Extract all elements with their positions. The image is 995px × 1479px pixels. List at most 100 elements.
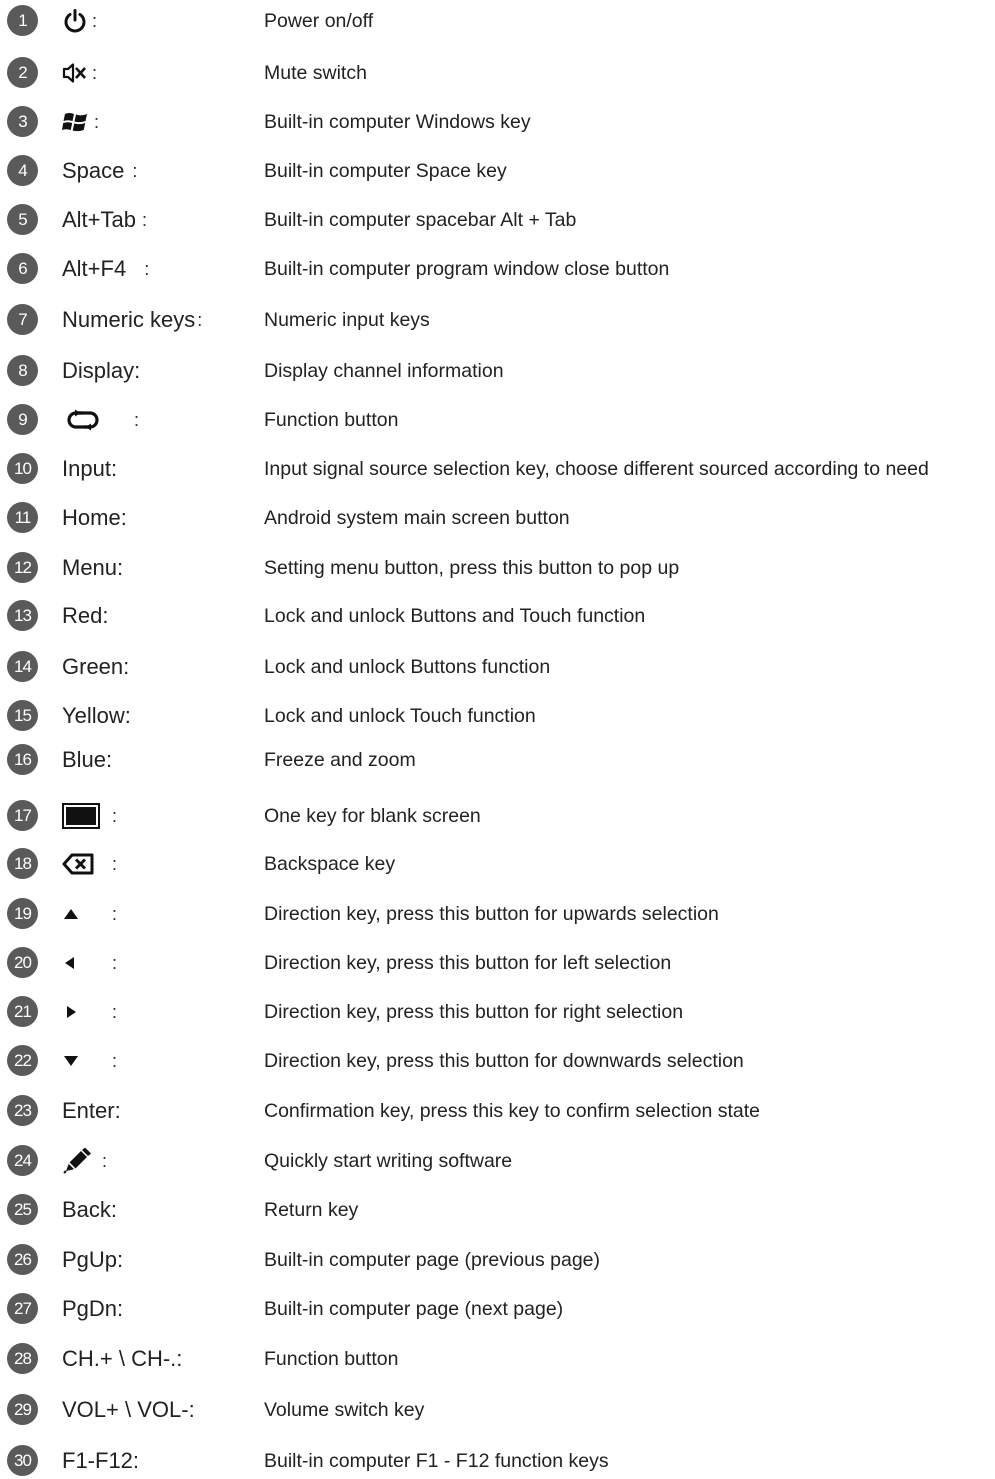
key-separator: :	[197, 309, 203, 330]
key-row-29: 29 VOL+ \ VOL-: Volume switch key	[0, 1392, 995, 1428]
key-separator: :	[188, 1397, 195, 1422]
key-separator: :	[176, 1346, 183, 1371]
key-separator: :	[117, 555, 124, 580]
key-separator: :	[117, 1296, 124, 1321]
windows-icon	[62, 110, 90, 134]
item-number-badge: 25	[7, 1194, 38, 1225]
item-number-badge: 22	[7, 1045, 38, 1076]
key-description: Built-in computer program window close b…	[264, 257, 670, 280]
key-name: Numeric keys:	[62, 302, 202, 338]
key-name: VOL+ \ VOL-:	[62, 1392, 195, 1428]
arrow-down-icon	[62, 1054, 80, 1068]
key-description: Mute switch	[264, 61, 367, 84]
key-separator: :	[123, 654, 130, 679]
key-row-25: 25 Back: Return key	[0, 1192, 995, 1228]
key-separator: :	[106, 747, 113, 772]
key-description: Input signal source selection key, choos…	[264, 457, 929, 480]
item-number-badge: 26	[7, 1244, 38, 1275]
key-label: VOL+ \ VOL-	[62, 1397, 189, 1422]
key-separator: :	[110, 456, 118, 481]
key-description: Android system main screen button	[264, 506, 570, 529]
arrow-up-icon	[62, 907, 80, 921]
item-number-badge: 9	[7, 404, 38, 435]
key-label: Alt+Tab	[62, 207, 136, 232]
item-number-badge: 28	[7, 1343, 38, 1374]
key-row-19: 19: Direction key, press this button for …	[0, 896, 995, 932]
key-separator: :	[142, 209, 148, 230]
key-description: Direction key, press this button for rig…	[264, 1000, 684, 1023]
key-description: Direction key, press this button for lef…	[264, 951, 672, 974]
key-label: Alt+F4	[62, 256, 127, 281]
key-separator: :	[134, 409, 140, 430]
key-separator: :	[94, 111, 100, 132]
key-name: :	[62, 55, 97, 91]
key-description: Freeze and zoom	[264, 748, 416, 771]
key-separator: :	[117, 1247, 124, 1272]
item-number-badge: 6	[7, 253, 38, 284]
key-separator: :	[124, 703, 131, 728]
key-name: Green:	[62, 649, 129, 685]
item-number-badge: 21	[7, 996, 38, 1027]
key-label: PgDn	[62, 1296, 118, 1321]
key-row-3: 3: Built-in computer Windows key	[0, 104, 995, 140]
loop-icon	[62, 408, 104, 432]
key-description: Built-in computer Space key	[264, 159, 507, 182]
key-description: Direction key, press this button for upw…	[264, 902, 719, 925]
key-label: Display	[62, 358, 135, 383]
key-description: Function button	[264, 1347, 399, 1370]
key-name: Alt+Tab:	[62, 202, 147, 238]
item-number-badge: 17	[7, 800, 38, 831]
item-number-badge: 14	[7, 651, 38, 682]
key-description: Confirmation key, press this key to conf…	[264, 1099, 761, 1122]
key-name: Back:	[62, 1192, 117, 1228]
item-number-badge: 10	[7, 453, 38, 484]
item-number-badge: 8	[7, 355, 38, 386]
key-separator: :	[112, 1001, 118, 1022]
mute-icon	[62, 62, 88, 84]
key-separator: :	[102, 1150, 108, 1171]
key-row-10: 10 Input: Input signal source selection ke…	[0, 451, 995, 487]
key-description: Function button	[264, 408, 399, 431]
key-name: Red:	[62, 598, 108, 634]
key-name: Home:	[62, 500, 127, 536]
key-row-27: 27 PgDn: Built-in computer page (next page…	[0, 1291, 995, 1327]
key-name: Alt+F4:	[62, 251, 149, 287]
blank-screen-icon	[62, 803, 100, 829]
key-name: :	[62, 1043, 117, 1079]
key-description: Lock and unlock Buttons and Touch functi…	[264, 604, 646, 627]
key-separator: :	[114, 1098, 121, 1123]
item-number-badge: 24	[7, 1145, 38, 1176]
key-row-18: 18: Backspace key	[0, 846, 995, 882]
item-number-badge: 1	[7, 5, 38, 36]
key-row-23: 23 Enter: Confirmation key, press this key…	[0, 1093, 995, 1129]
key-label: PgUp	[62, 1247, 118, 1272]
power-icon	[62, 8, 88, 34]
item-number-badge: 19	[7, 898, 38, 929]
key-description: Built-in computer spacebar Alt + Tab	[264, 208, 577, 231]
key-description: Lock and unlock Buttons function	[264, 655, 551, 678]
key-name: :	[62, 3, 97, 39]
key-label: Enter	[62, 1098, 115, 1123]
arrow-right-icon	[62, 1004, 80, 1020]
key-description: Setting menu button, press this button t…	[264, 556, 680, 579]
key-separator: :	[120, 505, 127, 530]
key-label: Blue	[62, 747, 107, 772]
key-description: One key for blank screen	[264, 804, 481, 827]
key-label: Menu	[62, 555, 118, 580]
item-number-badge: 30	[7, 1445, 38, 1476]
key-row-24: 24: Quickly start writing software	[0, 1143, 995, 1179]
key-row-1: 1: Power on/off	[0, 3, 995, 39]
key-description: Quickly start writing software	[264, 1149, 513, 1172]
key-name: Input:	[62, 451, 117, 487]
key-label: Yellow	[62, 703, 125, 728]
key-row-12: 12 Menu: Setting menu button, press this b…	[0, 550, 995, 586]
item-number-badge: 27	[7, 1293, 38, 1324]
key-name: :	[62, 798, 117, 834]
item-number-badge: 15	[7, 700, 38, 731]
key-description: Direction key, press this button for dow…	[264, 1049, 744, 1072]
arrow-left-icon	[62, 955, 80, 971]
item-number-badge: 18	[7, 848, 38, 879]
key-row-17: 17: One key for blank screen	[0, 798, 995, 834]
key-separator: :	[134, 358, 141, 383]
key-separator: :	[132, 1448, 140, 1473]
